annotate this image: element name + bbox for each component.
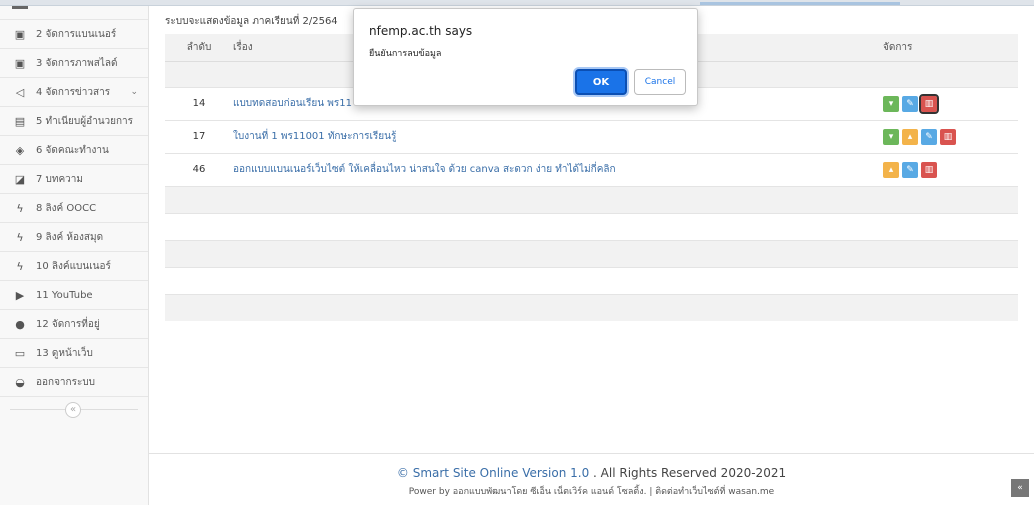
chevron-up-icon: ▴ — [888, 164, 894, 175]
move-down-button[interactable]: ▾ — [883, 95, 899, 112]
chevron-up-icon: ▴ — [907, 131, 913, 142]
column-header-number: ลำดับ — [165, 34, 233, 62]
sidebar-item-label: 7 บทความ — [36, 173, 83, 185]
move-up-button[interactable]: ▴ — [902, 128, 918, 145]
sidebar-item-6[interactable]: ◪ 7 บทความ — [0, 165, 148, 194]
table-row-empty — [165, 266, 1018, 294]
sidebar-top-fragment — [0, 6, 148, 20]
bolt-icon: ϟ — [16, 201, 24, 215]
megaphone-icon: ◁ — [15, 85, 25, 99]
monitor-icon: ▭ — [14, 346, 26, 360]
row-actions: ▴ ✎ ▥ — [883, 152, 1018, 186]
row-title-cell: ออกแบบแบนเนอร์เว็บไซต์ ให้เคลื่อนไหว น่า… — [233, 152, 883, 186]
youtube-icon: ▶ — [15, 288, 25, 302]
table-row-empty — [165, 212, 1018, 240]
move-up-button[interactable]: ▴ — [883, 161, 899, 178]
sidebar-item-label: ออกจากระบบ — [36, 376, 96, 388]
footer-copyright: © Smart Site Online Version 1.0 . All Ri… — [149, 466, 1034, 480]
pencil-icon: ✎ — [925, 131, 933, 142]
semester-caption: ระบบจะแสดงข้อมูล ภาคเรียนที่ 2/2564 — [165, 16, 338, 27]
sidebar-item-label: 12 จัดการที่อยู่ — [36, 318, 100, 330]
map-marker-icon: ● — [15, 317, 25, 331]
dialog-message: ยืนยันการลบข้อมูล — [369, 49, 442, 59]
row-actions: ▾ ✎ ▥ — [883, 86, 1018, 120]
delete-button[interactable]: ▥ — [921, 161, 937, 178]
pencil-icon: ✎ — [906, 164, 914, 175]
sidebar-item-label: 3 จัดการภาพสไลด์ — [36, 57, 118, 69]
top-bar — [0, 0, 1034, 6]
menu-icon — [12, 6, 28, 9]
back-to-top-button[interactable]: « — [1011, 479, 1029, 497]
chevron-down-icon: ⌄ — [130, 87, 138, 97]
dialog-cancel-button[interactable]: Cancel — [634, 69, 686, 95]
table-row-empty — [165, 239, 1018, 267]
sidebar-item-13[interactable]: ◒ ออกจากระบบ — [0, 368, 148, 397]
footer-brand[interactable]: © Smart Site Online Version 1.0 — [397, 466, 589, 480]
table-row-empty — [165, 293, 1018, 321]
sidebar-item-11[interactable]: ● 12 จัดการที่อยู่ — [0, 310, 148, 339]
footer-rights: . All Rights Reserved 2020-2021 — [589, 466, 787, 480]
sidebar-item-1[interactable]: ▣ 2 จัดการแบนเนอร์ — [0, 20, 148, 49]
row-title-link[interactable]: แบบทดสอบก่อนเรียน พร11 — [233, 98, 352, 109]
chevron-down-icon: ▾ — [888, 98, 894, 109]
sidebar-item-label: 8 ลิงค์ OOCC — [36, 202, 97, 214]
sidebar-item-8[interactable]: ϟ 9 ลิงค์ ห้องสมุด — [0, 223, 148, 252]
row-actions: ▾ ▴ ✎ ▥ — [883, 119, 1018, 153]
move-down-button[interactable]: ▾ — [883, 128, 899, 145]
row-title-cell: ใบงานที่ 1 พร11001 ทักษะการเรียนรู้ — [233, 119, 883, 153]
row-number: 46 — [165, 152, 233, 186]
sidebar-item-10[interactable]: ▶ 11 YouTube — [0, 281, 148, 310]
pencil-icon: ✎ — [906, 98, 914, 109]
sidebar-item-2[interactable]: ▣ 3 จัดการภาพสไลด์ — [0, 49, 148, 78]
sidebar-item-label: 2 จัดการแบนเนอร์ — [36, 28, 117, 40]
sidebar-item-12[interactable]: ▭ 13 ดูหน้าเว็บ — [0, 339, 148, 368]
sidebar-item-7[interactable]: ϟ 8 ลิงค์ OOCC — [0, 194, 148, 223]
row-title-link[interactable]: ออกแบบแบนเนอร์เว็บไซต์ ให้เคลื่อนไหว น่า… — [233, 164, 616, 175]
trash-icon: ▥ — [943, 131, 953, 142]
eye-slash-icon: ◈ — [15, 143, 25, 157]
bolt-icon: ϟ — [16, 230, 24, 244]
confirm-dialog: nfemp.ac.th says ยืนยันการลบข้อมูล OK Ca… — [353, 8, 698, 106]
table-row: 17 ใบงานที่ 1 พร11001 ทักษะการเรียนรู้ ▾ ▴ ✎… — [165, 119, 1018, 153]
row-title-link[interactable]: ใบงานที่ 1 พร11001 ทักษะการเรียนรู้ — [233, 131, 396, 142]
sidebar-item-label: 11 YouTube — [36, 289, 93, 301]
bolt-icon: ϟ — [16, 259, 24, 273]
row-number: 17 — [165, 119, 233, 153]
edit-button[interactable]: ✎ — [902, 161, 918, 178]
table-row: 46 ออกแบบแบนเนอร์เว็บไซต์ ให้เคลื่อนไหว น… — [165, 152, 1018, 186]
row-number: 14 — [165, 86, 233, 120]
footer-divider — [149, 453, 1034, 454]
trash-icon: ▥ — [924, 164, 934, 175]
table-row-empty — [165, 185, 1018, 213]
sidebar-item-5[interactable]: ◈ 6 จัดคณะทำงาน — [0, 136, 148, 165]
trash-icon: ▥ — [924, 98, 934, 109]
chevron-down-icon: ▾ — [888, 131, 894, 142]
dialog-title: nfemp.ac.th says — [369, 24, 473, 38]
sidebar-item-label: 4 จัดการข่าวสาร — [36, 86, 111, 98]
sidebar-item-4[interactable]: ▤ 5 ทำเนียบผู้อำนวยการ — [0, 107, 148, 136]
collapse-sidebar-button[interactable]: « — [65, 402, 81, 418]
sidebar-collapse-area: « — [0, 397, 148, 425]
delete-button[interactable]: ▥ — [919, 93, 939, 114]
column-header-manage: จัดการ — [883, 34, 1018, 62]
unlock-icon: ◒ — [15, 375, 25, 389]
footer-power: Power by ออกแบบพัฒนาโดย ซีเอ็น เน็ตเวิร์… — [408, 487, 775, 497]
sidebar: ▣ 2 จัดการแบนเนอร์ ▣ 3 จัดการภาพสไลด์ ◁ 4 จัด… — [0, 6, 149, 505]
sidebar-item-9[interactable]: ϟ 10 ลิงค์แบนเนอร์ — [0, 252, 148, 281]
sidebar-item-label: 9 ลิงค์ ห้องสมุด — [36, 231, 104, 243]
sidebar-item-label: 10 ลิงค์แบนเนอร์ — [36, 260, 111, 272]
sidebar-item-label: 6 จัดคณะทำงาน — [36, 144, 109, 156]
edit-button[interactable]: ✎ — [902, 95, 918, 112]
top-bar-accent — [700, 2, 900, 5]
picture-icon: ▣ — [14, 56, 26, 70]
dialog-ok-button[interactable]: OK — [575, 69, 627, 95]
delete-button[interactable]: ▥ — [940, 128, 956, 145]
sidebar-item-3[interactable]: ◁ 4 จัดการข่าวสาร ⌄ — [0, 78, 148, 107]
image-icon: ▣ — [14, 27, 26, 41]
card-icon: ▤ — [14, 114, 26, 128]
book-icon: ◪ — [14, 172, 26, 186]
edit-button[interactable]: ✎ — [921, 128, 937, 145]
sidebar-item-label: 13 ดูหน้าเว็บ — [36, 347, 93, 359]
sidebar-item-label: 5 ทำเนียบผู้อำนวยการ — [36, 115, 134, 127]
